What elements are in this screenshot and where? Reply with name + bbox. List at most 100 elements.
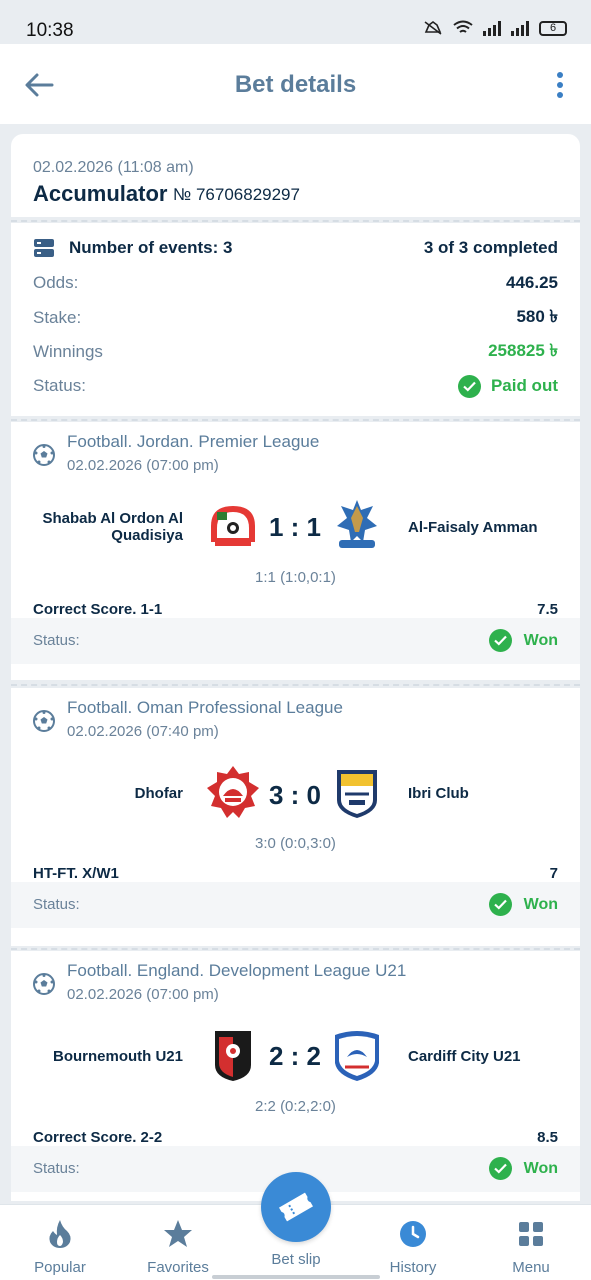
nav-menu-label: Menu xyxy=(512,1259,550,1276)
mute-icon xyxy=(424,21,442,35)
more-options-icon[interactable] xyxy=(555,72,565,98)
battery-icon: 6 xyxy=(539,20,567,36)
winnings-label: Winnings xyxy=(33,342,103,361)
event-status-value: Won xyxy=(523,1159,558,1177)
event-date: 02.02.2026 (07:00 pm) xyxy=(67,986,219,1003)
flame-icon xyxy=(43,1217,77,1251)
nav-history[interactable]: History xyxy=(358,1217,468,1276)
bet-type: Accumulator xyxy=(33,181,168,206)
score-detail: 2:2 (0:2,2:0) xyxy=(255,1098,336,1115)
home-indicator xyxy=(212,1275,380,1279)
home-team-logo xyxy=(211,506,255,546)
bet-summary-card: Number of events: 3 3 of 3 completed Odd… xyxy=(11,223,580,416)
market-row: HT-FT. X/W1 7 xyxy=(33,865,558,882)
events-value: 3 of 3 completed xyxy=(423,238,558,257)
football-icon xyxy=(33,444,55,466)
signal-icon-2 xyxy=(511,20,529,36)
won-badge: Won xyxy=(488,629,558,652)
events-label-wrap: Number of events: 3 xyxy=(33,238,232,258)
league-name: Football. Jordan. Premier League xyxy=(67,432,320,451)
status-label: Status: xyxy=(33,376,86,395)
event-date: 02.02.2026 (07:00 pm) xyxy=(67,457,219,474)
event-card[interactable]: Football. Jordan. Premier League 02.02.2… xyxy=(11,422,580,680)
away-team-logo xyxy=(335,1031,379,1081)
divider xyxy=(11,684,580,686)
ticket-icon xyxy=(279,1192,313,1222)
star-icon xyxy=(161,1217,195,1251)
market-row: Correct Score. 1-1 7.5 xyxy=(33,601,558,618)
league-name: Football. England. Development League U2… xyxy=(67,961,407,980)
market-odds: 8.5 xyxy=(537,1129,558,1146)
page-title: Bet details xyxy=(234,71,357,98)
status-badge: Paid out xyxy=(457,374,558,398)
home-team: Shabab Al Ordon Al Quadisiya xyxy=(42,510,183,544)
event-status-row: Status: Won xyxy=(11,882,580,928)
football-icon xyxy=(33,710,55,732)
event-status-row: Status: Won xyxy=(11,618,580,664)
events-label: Number of events: 3 xyxy=(69,238,233,257)
wifi-icon xyxy=(453,20,473,33)
events-row: Number of events: 3 3 of 3 completed xyxy=(33,236,558,260)
nav-favorites-label: Favorites xyxy=(147,1259,209,1276)
events-list-icon xyxy=(34,239,54,257)
home-team-logo xyxy=(207,766,259,818)
score-detail: 3:0 (0:0,3:0) xyxy=(255,835,336,852)
odds-label: Odds: xyxy=(33,273,79,292)
home-team: Bournemouth U21 xyxy=(52,1048,183,1065)
home-team: Dhofar xyxy=(134,785,183,802)
event-card[interactable]: Football. Oman Professional League 02.02… xyxy=(11,688,580,946)
grid-icon xyxy=(514,1217,548,1251)
bet-slip-button[interactable] xyxy=(261,1172,331,1242)
odds-row: Odds: 446.25 xyxy=(33,271,558,295)
away-team: Ibri Club xyxy=(408,785,469,802)
won-badge: Won xyxy=(488,1157,558,1180)
nav-popular-label: Popular xyxy=(34,1259,86,1276)
football-icon xyxy=(33,973,55,995)
won-badge: Won xyxy=(488,893,558,916)
bet-date: 02.02.2026 (11:08 am) xyxy=(33,159,194,176)
check-icon xyxy=(457,374,481,398)
score-detail: 1:1 (1:0,0:1) xyxy=(255,569,336,586)
nav-menu[interactable]: Menu xyxy=(476,1217,586,1276)
home-team-logo xyxy=(215,1031,251,1081)
market-name: Correct Score. 1-1 xyxy=(33,601,163,618)
market-name: Correct Score. 2-2 xyxy=(33,1129,163,1146)
status-bar: 10:38 6 xyxy=(0,0,591,44)
signal-icon xyxy=(483,20,501,36)
market-name: HT-FT. X/W1 xyxy=(33,865,119,882)
away-team-logo xyxy=(337,770,377,818)
nav-favorites[interactable]: Favorites xyxy=(123,1217,233,1276)
bet-slip-label: Bet slip xyxy=(271,1251,321,1268)
market-row: Correct Score. 2-2 8.5 xyxy=(33,1129,558,1146)
clock-icon xyxy=(396,1217,430,1251)
odds-value: 446.25 xyxy=(506,273,558,292)
event-status-label: Status: xyxy=(33,896,80,913)
winnings-value: 258825 ৳ xyxy=(488,341,558,360)
league-name: Football. Oman Professional League xyxy=(67,698,343,717)
divider xyxy=(11,419,580,421)
clock: 10:38 xyxy=(26,20,74,41)
match-score: 3 : 0 xyxy=(268,780,322,810)
app-bar: Bet details xyxy=(0,44,591,124)
status-icons: 6 xyxy=(423,20,567,36)
bet-header-card: 02.02.2026 (11:08 am) Accumulator № 7670… xyxy=(11,134,580,217)
stake-label: Stake: xyxy=(33,308,82,327)
match-score: 2 : 2 xyxy=(268,1041,322,1071)
away-team-logo xyxy=(337,500,377,548)
stake-value: 580 ৳ xyxy=(516,307,558,326)
market-odds: 7.5 xyxy=(537,601,558,618)
stake-row: Stake: 580 ৳ xyxy=(33,306,558,330)
nav-popular[interactable]: Popular xyxy=(5,1217,115,1276)
divider xyxy=(11,220,580,222)
event-status-label: Status: xyxy=(33,1160,80,1177)
bet-number: № 76706829297 xyxy=(173,185,300,204)
check-icon xyxy=(488,629,512,652)
check-icon xyxy=(488,893,512,916)
event-card[interactable]: Football. England. Development League U2… xyxy=(11,951,580,1201)
event-status-value: Won xyxy=(523,895,558,913)
status-row: Status: Paid out xyxy=(33,374,558,398)
event-status-value: Won xyxy=(523,631,558,649)
away-team: Al-Faisaly Amman xyxy=(408,519,538,536)
check-icon xyxy=(488,1157,512,1180)
nav-history-label: History xyxy=(389,1259,437,1276)
